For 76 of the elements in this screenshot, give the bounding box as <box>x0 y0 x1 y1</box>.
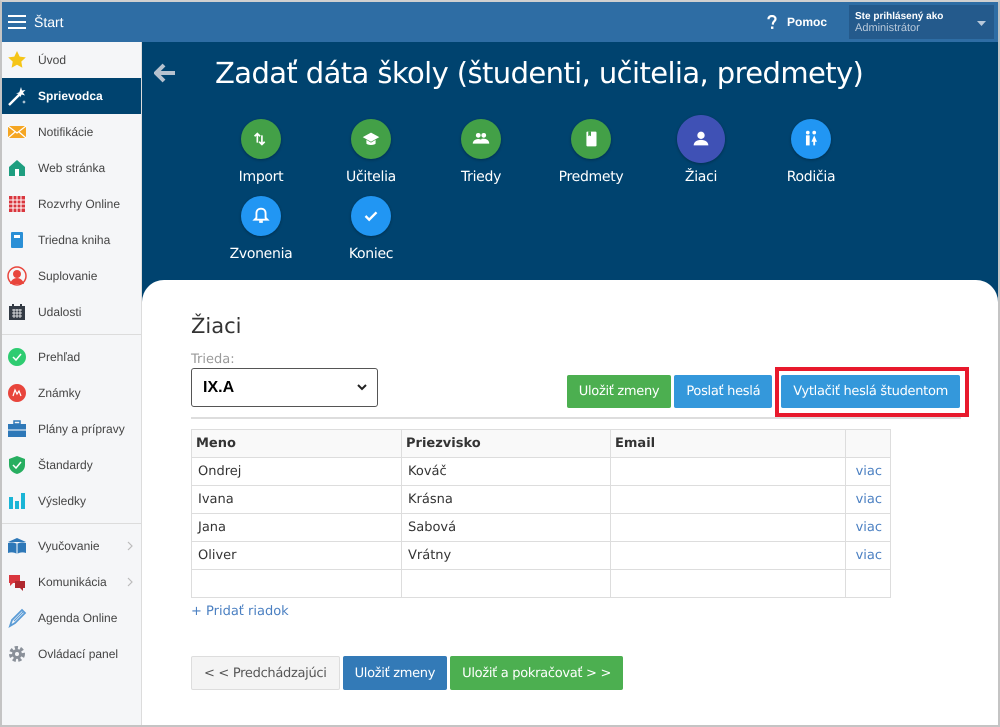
bar-chart-icon <box>7 491 27 511</box>
help-link[interactable]: Pomoc <box>786 15 827 29</box>
house-icon <box>7 158 27 178</box>
step-label[interactable]: Učitelia <box>346 169 396 185</box>
person-icon <box>7 266 27 286</box>
home-title[interactable]: Štart <box>34 14 64 30</box>
column-header: Email <box>610 430 846 458</box>
pen-icon <box>7 608 27 628</box>
menu-icon[interactable] <box>8 15 26 29</box>
settings-icon <box>7 644 27 664</box>
user-dropdown[interactable]: Ste prihlásený ako Administrátor <box>849 5 994 39</box>
step-label[interactable]: Rodičia <box>786 169 836 185</box>
step-label[interactable]: Predmety <box>558 169 624 185</box>
table-cell: Oliver <box>192 542 402 570</box>
step-circle[interactable] <box>791 119 831 159</box>
book-icon <box>7 536 27 556</box>
sidebar-item[interactable]: Štandardy <box>2 447 141 483</box>
briefcase-icon <box>7 419 27 439</box>
table-cell: Vrátny <box>402 542 610 570</box>
chat-icon <box>7 572 27 592</box>
sidebar-item[interactable]: Triedna kniha <box>2 222 141 258</box>
sidebar-item[interactable]: Komunikácia <box>2 564 141 600</box>
table-cell: Ondrej <box>192 458 402 486</box>
step-label[interactable]: Zvonenia <box>230 246 292 262</box>
sidebar-item[interactable]: Úvod <box>2 42 141 78</box>
sidebar-item[interactable]: Výsledky <box>2 483 141 519</box>
shield-icon <box>7 455 27 475</box>
step-circle[interactable] <box>461 119 501 159</box>
step-label[interactable]: Triedy <box>460 169 502 185</box>
class-select[interactable]: IX.A <box>191 368 378 407</box>
star-icon <box>7 50 27 70</box>
step-circle[interactable] <box>571 119 611 159</box>
magic-wand-icon <box>7 86 27 106</box>
sidebar-item[interactable]: Suplovanie <box>2 258 141 294</box>
previous-button[interactable]: < < Predchádzajúci <box>191 656 340 690</box>
help-icon[interactable] <box>766 14 777 30</box>
sidebar-item[interactable]: Agenda Online <box>2 600 141 636</box>
step-circle[interactable] <box>351 196 391 236</box>
chevron-right-icon <box>127 577 133 587</box>
table-cell: Kováč <box>402 458 610 486</box>
sidebar-item[interactable]: Ovládací panel <box>2 636 141 672</box>
step-circle[interactable] <box>351 119 391 159</box>
grade-icon <box>7 383 27 403</box>
current-step-circle[interactable] <box>677 115 725 163</box>
step-label[interactable]: Import <box>238 169 284 185</box>
step-circle[interactable] <box>241 119 281 159</box>
table-cell: Jana <box>192 514 402 542</box>
table-cell: Ivana <box>192 486 402 514</box>
sidebar-item[interactable]: Sprievodca <box>2 78 141 114</box>
back-arrow-icon[interactable] <box>154 63 176 83</box>
timetable-icon <box>7 194 27 214</box>
step-label[interactable]: Koniec <box>348 246 394 262</box>
page-title: Zadať dáta školy (študenti, učitelia, predmety) <box>215 56 864 90</box>
sidebar-item[interactable]: Plány a prípravy <box>2 411 141 447</box>
column-header: Meno <box>192 430 402 458</box>
add-row-link[interactable]: + Pridať riadok <box>191 604 289 619</box>
field-label: Trieda: <box>191 352 236 367</box>
caret-icon <box>977 21 986 26</box>
sidebar-item[interactable]: Web stránka <box>2 150 141 186</box>
check-circle-icon <box>7 347 27 367</box>
section-heading: Žiaci <box>191 314 242 338</box>
column-header: Priezvisko <box>402 430 610 458</box>
sidebar-item[interactable]: Notifikácie <box>2 114 141 150</box>
step-label[interactable]: Žiaci <box>684 169 718 185</box>
calendar-icon <box>7 302 27 322</box>
table-cell: Krásna <box>402 486 610 514</box>
sidebar-item[interactable]: Vyučovanie <box>2 528 141 564</box>
sidebar-item[interactable]: Rozvrhy Online <box>2 186 141 222</box>
step-circle[interactable] <box>241 196 281 236</box>
table-cell: Sabová <box>402 514 610 542</box>
sidebar-item[interactable]: Udalosti <box>2 294 141 330</box>
sidebar-item[interactable]: Prehľad <box>2 339 141 375</box>
sidebar-item[interactable]: Známky <box>2 375 141 411</box>
save-button[interactable]: Uložiť zmeny <box>342 656 448 690</box>
chevron-down-icon <box>357 384 367 391</box>
chevron-right-icon <box>127 541 133 551</box>
